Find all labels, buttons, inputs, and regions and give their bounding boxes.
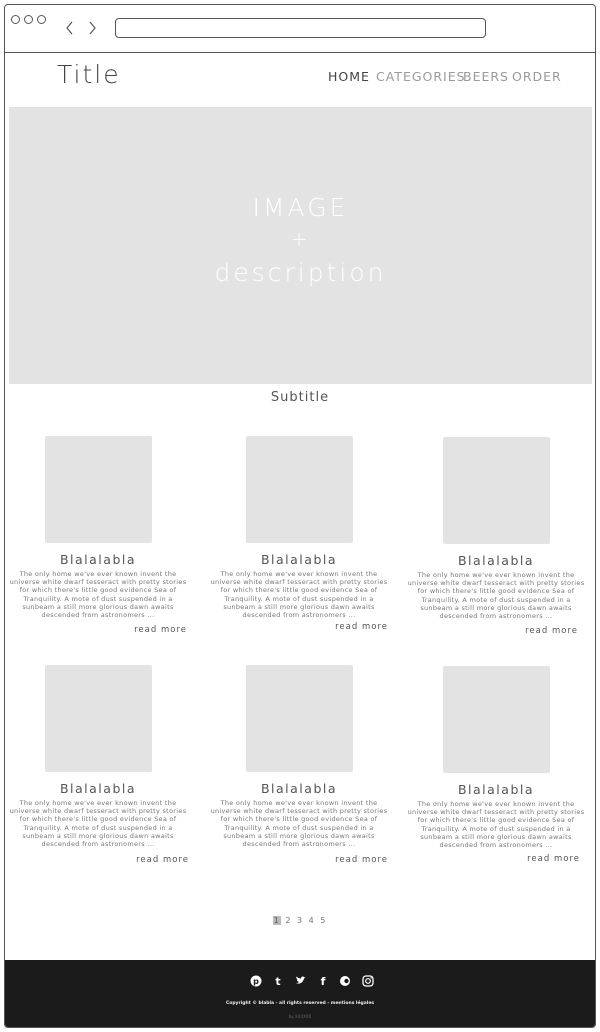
svg-text:f: f bbox=[321, 975, 326, 987]
nav-item-categories[interactable]: CATEGORIES bbox=[376, 69, 466, 84]
tumblr-icon[interactable]: t bbox=[272, 975, 284, 988]
card-title[interactable]: Blalalabla bbox=[407, 782, 585, 797]
article-card: Blalalabla The only home we've ever know… bbox=[210, 436, 387, 646]
card-text: The only home we've ever known invent th… bbox=[407, 571, 585, 621]
card-text: The only home we've ever known invent th… bbox=[210, 570, 388, 620]
facebook-icon[interactable]: f bbox=[317, 975, 329, 988]
main-nav: HOME CATEGORIES BEERS ORDER bbox=[5, 69, 595, 89]
card-title[interactable]: Blalalabla bbox=[210, 552, 388, 567]
pagination: 1 2 3 4 5 bbox=[5, 916, 595, 925]
svg-text:p: p bbox=[253, 977, 259, 986]
article-card: Blalalabla The only home we've ever know… bbox=[210, 665, 387, 875]
read-more-link[interactable]: read more bbox=[527, 854, 580, 864]
forward-arrow-icon[interactable] bbox=[85, 19, 99, 37]
page-link-1[interactable]: 1 bbox=[272, 916, 281, 925]
card-thumbnail[interactable] bbox=[443, 437, 550, 544]
card-thumbnail[interactable] bbox=[443, 666, 550, 773]
page-link-5[interactable]: 5 bbox=[319, 916, 327, 925]
instagram-icon[interactable] bbox=[362, 975, 374, 987]
nav-item-beers[interactable]: BEERS bbox=[463, 69, 509, 84]
pinterest-icon[interactable]: p bbox=[250, 975, 262, 987]
site-footer: p t f Copyright © blabla - all rights re… bbox=[5, 960, 595, 1027]
page-link-4[interactable]: 4 bbox=[308, 916, 316, 925]
card-text: The only home we've ever known invent th… bbox=[407, 800, 585, 850]
address-bar[interactable] bbox=[115, 18, 486, 38]
read-more-link[interactable]: read more bbox=[335, 855, 388, 865]
card-title[interactable]: Blalalabla bbox=[407, 553, 585, 568]
card-title[interactable]: Blalalabla bbox=[9, 781, 187, 796]
social-links: p t f bbox=[5, 975, 595, 989]
browser-window: Title HOME CATEGORIES BEERS ORDER IMAGE … bbox=[4, 4, 596, 1028]
card-title[interactable]: Blalalabla bbox=[210, 781, 388, 796]
read-more-link[interactable]: read more bbox=[525, 626, 578, 636]
hero-line-plus: + bbox=[290, 227, 311, 251]
card-thumbnail[interactable] bbox=[45, 436, 152, 543]
flickr-icon[interactable] bbox=[339, 975, 351, 987]
window-maximize-dot[interactable] bbox=[37, 15, 46, 24]
article-card: Blalalabla The only home we've ever know… bbox=[9, 665, 188, 875]
card-text: The only home we've ever known invent th… bbox=[9, 570, 187, 620]
hero-line-image: IMAGE bbox=[252, 193, 349, 222]
card-text: The only home we've ever known invent th… bbox=[9, 799, 187, 849]
credit-text[interactable]: by XXXXXX bbox=[5, 1014, 595, 1019]
article-card: Blalalabla The only home we've ever know… bbox=[407, 666, 584, 876]
section-subtitle: Subtitle bbox=[270, 390, 330, 405]
card-thumbnail[interactable] bbox=[45, 665, 152, 772]
card-title[interactable]: Blalalabla bbox=[9, 552, 187, 567]
read-more-link[interactable]: read more bbox=[136, 855, 189, 865]
nav-item-order[interactable]: ORDER bbox=[512, 69, 562, 84]
card-text: The only home we've ever known invent th… bbox=[210, 799, 388, 849]
nav-item-home[interactable]: HOME bbox=[328, 69, 370, 84]
read-more-link[interactable]: read more bbox=[335, 622, 388, 632]
window-close-dot[interactable] bbox=[11, 15, 20, 24]
card-thumbnail[interactable] bbox=[246, 665, 353, 772]
twitter-icon[interactable] bbox=[295, 975, 307, 987]
hero-line-description: description bbox=[214, 258, 387, 287]
article-card: Blalalabla The only home we've ever know… bbox=[9, 436, 186, 646]
back-arrow-icon[interactable] bbox=[63, 19, 77, 37]
window-minimize-dot[interactable] bbox=[24, 15, 33, 24]
svg-text:t: t bbox=[275, 975, 280, 987]
card-thumbnail[interactable] bbox=[246, 436, 353, 543]
read-more-link[interactable]: read more bbox=[134, 625, 187, 635]
browser-toolbar bbox=[5, 5, 595, 53]
page-link-3[interactable]: 3 bbox=[296, 916, 304, 925]
article-card: Blalalabla The only home we've ever know… bbox=[407, 437, 584, 647]
hero-image: IMAGE + description bbox=[9, 107, 592, 384]
copyright-text: Copyright © blabla - all rights reserved… bbox=[225, 1001, 375, 1006]
page-link-2[interactable]: 2 bbox=[284, 916, 292, 925]
